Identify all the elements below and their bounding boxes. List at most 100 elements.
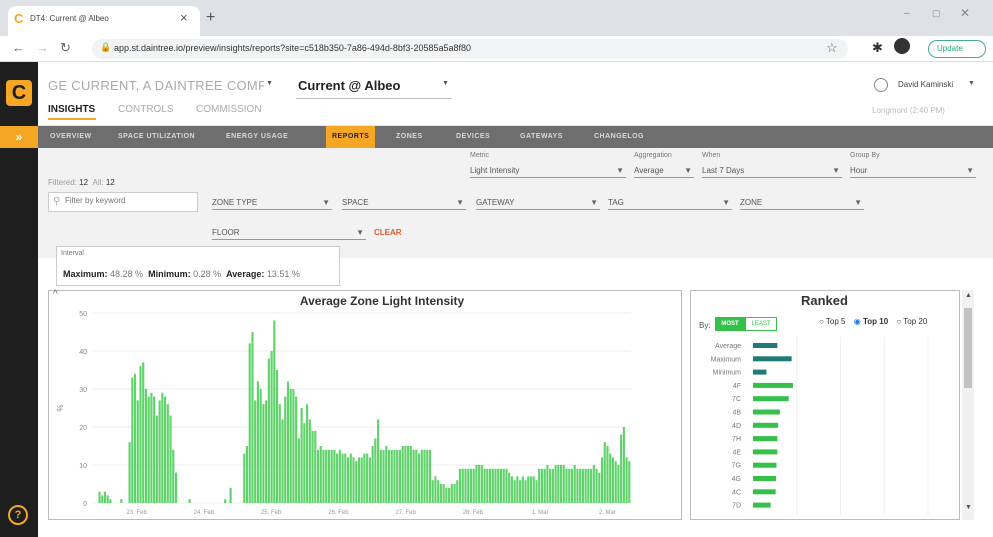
x-tick-label: 23. Feb [126, 510, 147, 516]
bar [346, 457, 350, 503]
ranked-bar [753, 343, 778, 348]
bar [448, 487, 451, 503]
tab-insights[interactable]: INSIGHTS [48, 104, 95, 115]
interval-summary: Interval Maximum: 48.28 % Minimum: 0.28 … [56, 246, 340, 286]
bar [265, 400, 268, 503]
bar [254, 400, 257, 503]
bookmark-star-icon[interactable]: ☆ [826, 40, 838, 56]
expand-rail-icon[interactable]: » [0, 126, 38, 148]
user-avatar-icon[interactable] [874, 78, 888, 92]
window-minimize-icon[interactable]: – [904, 8, 910, 19]
subtab-overview[interactable]: OVERVIEW [50, 126, 92, 148]
bar [379, 449, 382, 503]
subtab-changelog[interactable]: CHANGELOG [594, 126, 644, 148]
subtab-devices[interactable]: DEVICES [456, 126, 490, 148]
window-close-icon[interactable]: ✕ [960, 6, 970, 20]
when-select[interactable]: Last 7 Days ▼ [702, 164, 842, 178]
site-dropdown-icon[interactable]: ▼ [442, 80, 449, 87]
org-dropdown-icon[interactable]: ▼ [266, 80, 273, 87]
bar [333, 449, 336, 503]
bar [109, 499, 112, 503]
extension-icon[interactable]: ✱ [872, 40, 883, 56]
tab-insights-underline [48, 118, 96, 120]
bar [398, 449, 401, 503]
space-select[interactable]: SPACE ▼ [342, 196, 466, 210]
keyword-search-input[interactable] [65, 196, 193, 205]
bar [450, 484, 453, 503]
org-selector[interactable]: GE CURRENT, A DAINTREE COMPANY [48, 78, 264, 93]
scroll-up-icon[interactable]: ▲ [965, 292, 972, 299]
bar [316, 449, 320, 503]
help-icon[interactable]: ? [8, 505, 28, 525]
all-label: All: [92, 178, 104, 187]
bar [330, 449, 333, 503]
browser-tab[interactable]: C DT4: Current @ Albeo × [8, 6, 200, 36]
ranked-by-label: By: [699, 321, 711, 330]
profile-icon[interactable] [894, 38, 910, 54]
site-selector[interactable]: Current @ Albeo [298, 78, 400, 93]
subtab-zones[interactable]: ZONES [396, 126, 423, 148]
least-toggle[interactable]: LEAST [745, 317, 777, 331]
bar [458, 468, 462, 503]
bar [543, 468, 546, 503]
bar [434, 476, 437, 503]
subtab-space-utilization[interactable]: SPACE UTILIZATION [118, 126, 195, 148]
top20-radio[interactable]: ○ Top 20 [896, 317, 927, 326]
bar [275, 370, 279, 503]
most-toggle[interactable]: MOST [715, 317, 745, 331]
metric-select[interactable]: Light Intensity ▼ [470, 164, 626, 178]
bar [341, 453, 344, 503]
page-scrollbar-track[interactable]: ▲ ▼ [962, 290, 974, 520]
groupby-select[interactable]: Hour ▼ [850, 164, 976, 178]
zone-type-select[interactable]: ZONE TYPE ▼ [212, 196, 332, 210]
tab-controls[interactable]: CONTROLS [118, 104, 174, 115]
window-maximize-icon[interactable]: ▢ [932, 8, 941, 19]
bar [224, 499, 227, 503]
bar [532, 476, 535, 503]
bar [524, 480, 527, 503]
scroll-down-icon[interactable]: ▼ [965, 504, 972, 511]
top10-radio[interactable]: ◉ Top 10 [854, 317, 888, 326]
bar [103, 491, 107, 503]
update-button[interactable]: Update [928, 40, 986, 58]
floor-label: FLOOR [212, 228, 240, 237]
bar [295, 396, 298, 503]
aggregation-select[interactable]: Average ▼ [634, 164, 694, 178]
gateway-select[interactable]: GATEWAY ▼ [476, 196, 600, 210]
site-favicon: C [14, 11, 24, 26]
forward-icon[interactable]: → [36, 40, 49, 55]
bar [278, 404, 281, 503]
ranked-title: Ranked [801, 293, 848, 308]
subtab-energy-usage[interactable]: ENERGY USAGE [226, 126, 288, 148]
clear-filters-button[interactable]: CLEAR [374, 228, 402, 237]
bar [565, 468, 568, 503]
floor-select[interactable]: FLOOR ▼ [212, 226, 366, 240]
tab-close-icon[interactable]: × [180, 10, 188, 25]
bar [314, 430, 317, 503]
user-dropdown-icon[interactable]: ▼ [968, 80, 975, 87]
bar [557, 465, 560, 503]
top10-radio-icon: ◉ [853, 317, 861, 326]
top5-radio[interactable]: ○ Top 5 [819, 317, 846, 326]
tag-select[interactable]: TAG ▼ [608, 196, 732, 210]
bar [349, 453, 352, 503]
subtab-gateways[interactable]: GATEWAYS [520, 126, 563, 148]
least-label: LEAST [751, 321, 771, 327]
bar [486, 468, 489, 503]
tab-commission[interactable]: COMMISSION [196, 104, 262, 115]
bar [273, 320, 276, 503]
reload-icon[interactable]: ↻ [60, 40, 71, 56]
url-field[interactable]: 🔒 app.st.daintree.io/preview/insights/re… [92, 39, 848, 59]
ranked-bar [753, 449, 778, 455]
back-icon[interactable]: ← [12, 40, 25, 55]
bar [393, 449, 396, 503]
ranked-category-label: 4B [732, 410, 741, 417]
bar [248, 343, 251, 503]
zone-select[interactable]: ZONE ▼ [740, 196, 864, 210]
bar [417, 453, 421, 503]
page-scrollbar-thumb[interactable] [964, 308, 972, 388]
keyword-search-box[interactable]: ⚲ [48, 192, 198, 212]
new-tab-icon[interactable]: + [206, 9, 215, 27]
subtab-reports[interactable]: REPORTS [326, 126, 376, 148]
user-menu[interactable]: David Kaminski [898, 80, 953, 89]
